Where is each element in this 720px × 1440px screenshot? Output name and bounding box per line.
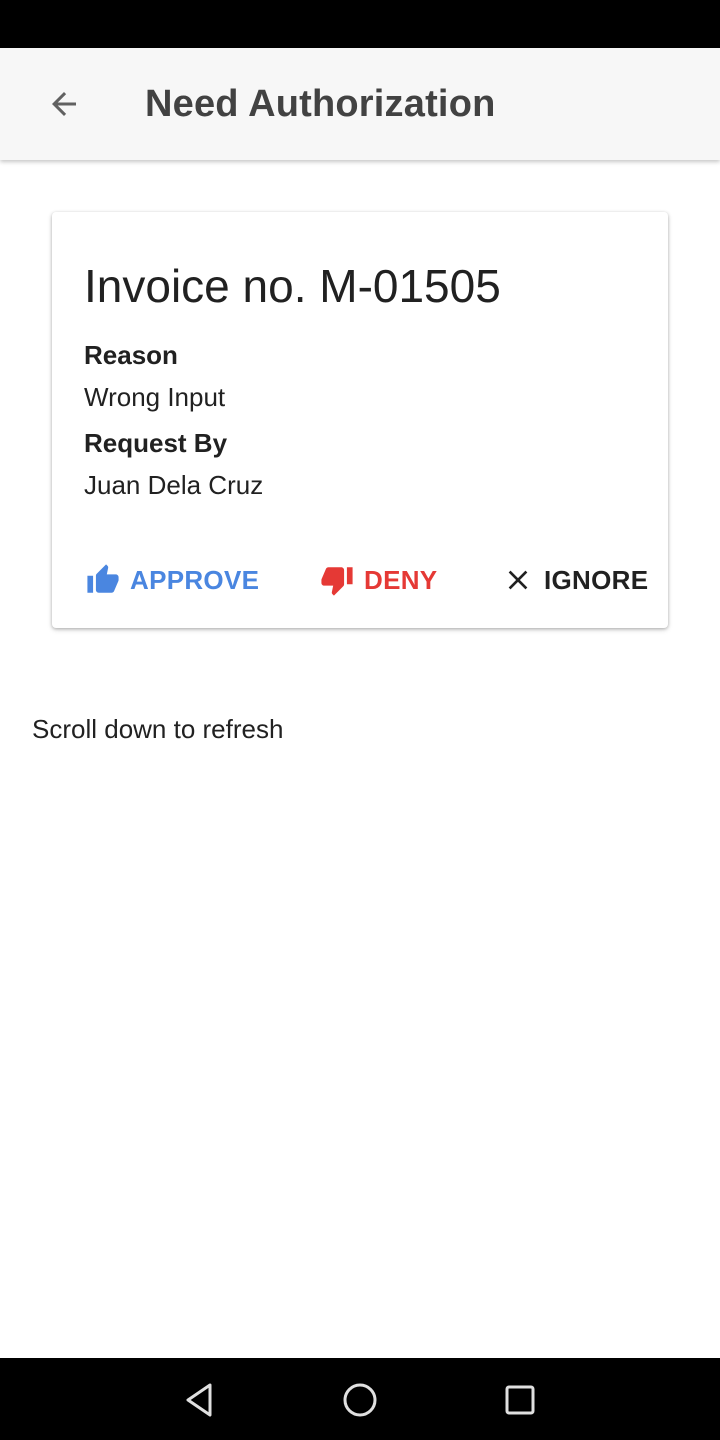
thumb-down-icon: [321, 567, 353, 596]
close-icon: [508, 570, 528, 590]
back-button[interactable]: [32, 72, 96, 136]
reason-label: Reason: [84, 340, 178, 370]
main-content: Invoice no. M-01505 Reason Wrong Input R…: [0, 160, 720, 1358]
nav-recents-button[interactable]: [498, 1378, 542, 1422]
request-by-value: Juan Dela Cruz: [84, 470, 264, 500]
page-title: Need Authorization: [145, 83, 496, 125]
triangle-back-icon: [186, 1383, 212, 1417]
nav-back-button[interactable]: [178, 1378, 222, 1422]
app-bar: Need Authorization: [0, 48, 720, 160]
system-nav-bar: [0, 1358, 720, 1440]
deny-label: DENY: [364, 564, 438, 595]
nav-home-button[interactable]: [338, 1378, 382, 1422]
authorization-card: Invoice no. M-01505 Reason Wrong Input R…: [52, 212, 668, 628]
approve-label: APPROVE: [130, 564, 260, 595]
circle-home-icon: [343, 1383, 377, 1417]
status-bar: [0, 0, 720, 48]
refresh-hint: Scroll down to refresh: [32, 714, 284, 744]
approve-button[interactable]: APPROVE: [86, 552, 259, 608]
invoice-title: Invoice no. M-01505: [84, 260, 501, 312]
thumb-up-icon: [87, 564, 119, 593]
ignore-label: IGNORE: [544, 564, 649, 595]
ignore-button[interactable]: IGNORE: [502, 552, 648, 608]
deny-button[interactable]: DENY: [320, 552, 437, 608]
square-recents-icon: [505, 1385, 535, 1415]
arrow-left-icon: [52, 92, 76, 116]
reason-value: Wrong Input: [84, 382, 226, 412]
request-by-label: Request By: [84, 428, 228, 458]
